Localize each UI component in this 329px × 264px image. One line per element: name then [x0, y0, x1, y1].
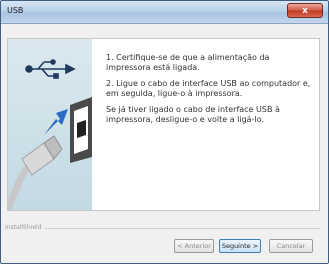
- usb-plug-icon: [8, 135, 63, 210]
- next-button[interactable]: Seguinte >: [219, 239, 261, 253]
- installshield-label: InstallShield: [5, 224, 45, 231]
- usb-illustration: [8, 39, 92, 210]
- instruction-step-2: 2. Ligue o cabo de interface USB ao comp…: [106, 79, 311, 98]
- arrow-icon: [44, 109, 68, 135]
- dialog-window: USB x 1. Certifique-se de que a alimenta…: [0, 0, 329, 264]
- content-panel: 1. Certifique-se de que a alimentação da…: [7, 38, 320, 211]
- back-button[interactable]: < Anterior: [174, 239, 214, 253]
- close-icon: x: [302, 6, 308, 16]
- usb-symbol-icon: [25, 59, 76, 79]
- cancel-button[interactable]: Cancelar: [269, 239, 313, 253]
- close-button[interactable]: x: [287, 3, 323, 18]
- title-bar[interactable]: USB x: [1, 1, 328, 24]
- window-title: USB: [7, 6, 24, 15]
- instructions-text: 1. Certifique-se de que a alimentação da…: [106, 53, 312, 131]
- instruction-note: Se já tiver ligado o cabo de interface U…: [106, 105, 280, 124]
- footer-divider: [5, 228, 321, 229]
- usb-port-icon: [70, 97, 92, 163]
- instruction-step-1: 1. Certifique-se de que a alimentação da…: [106, 53, 270, 72]
